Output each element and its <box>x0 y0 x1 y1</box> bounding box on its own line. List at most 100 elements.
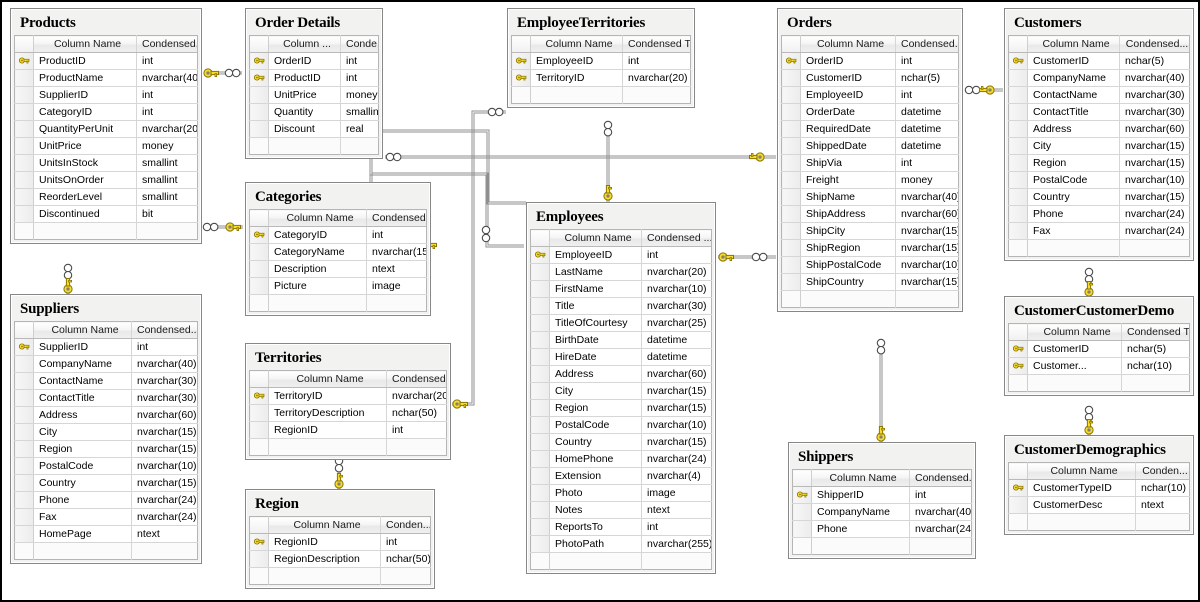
header-condensed-type[interactable]: Condensed... <box>909 469 972 487</box>
column-type-cell[interactable]: nvarchar(15) <box>366 243 427 261</box>
header-column-name[interactable]: Column Name <box>33 321 132 339</box>
column-row[interactable]: CompanyName nvarchar(40) <box>792 503 972 521</box>
relationship-fk-ccd-customers[interactable] <box>1084 267 1094 297</box>
column-row[interactable]: RegionID int <box>249 421 447 439</box>
column-row[interactable]: Address nvarchar(60) <box>530 365 712 383</box>
column-type-cell[interactable]: smallint <box>340 103 379 121</box>
column-type-cell[interactable] <box>380 567 431 585</box>
column-row[interactable]: ContactName nvarchar(30) <box>1008 86 1190 104</box>
column-type-cell[interactable]: money <box>895 171 959 189</box>
column-name-cell[interactable]: City <box>33 423 132 441</box>
column-type-cell[interactable]: nvarchar(60) <box>131 406 198 424</box>
column-type-cell[interactable]: int <box>340 52 379 70</box>
relationship-fk-territories-region[interactable] <box>334 456 344 489</box>
column-type-cell[interactable]: nvarchar(40) <box>909 503 972 521</box>
column-row-empty[interactable] <box>1008 239 1190 257</box>
column-type-cell[interactable]: image <box>366 277 427 295</box>
header-condensed-type[interactable]: Condensed... <box>366 209 427 227</box>
header-column-name[interactable]: Column Name <box>800 35 896 53</box>
column-name-cell[interactable]: Country <box>33 474 132 492</box>
column-name-cell[interactable]: EmployeeID <box>549 246 642 264</box>
column-type-cell[interactable]: int <box>136 103 198 121</box>
relationship-fk-orderdetails-orders[interactable] <box>385 152 776 162</box>
column-row[interactable]: Phone nvarchar(24) <box>14 491 198 509</box>
column-type-cell[interactable]: nchar(50) <box>386 404 447 422</box>
column-type-cell[interactable]: money <box>340 86 379 104</box>
column-type-cell[interactable]: nvarchar(40) <box>131 355 198 373</box>
column-name-cell[interactable] <box>1027 374 1122 392</box>
table-suppliers[interactable]: Suppliers Column Name Condensed... Supplier… <box>10 294 202 564</box>
column-row[interactable]: CompanyName nvarchar(40) <box>14 355 198 373</box>
column-row[interactable]: Fax nvarchar(24) <box>1008 222 1190 240</box>
column-row-empty[interactable] <box>14 542 198 560</box>
column-row[interactable]: SupplierID int <box>14 86 198 104</box>
column-row[interactable]: RequiredDate datetime <box>781 120 959 138</box>
column-row-empty[interactable] <box>511 86 691 104</box>
column-type-cell[interactable] <box>895 290 959 308</box>
column-row[interactable]: ShipAddress nvarchar(60) <box>781 205 959 223</box>
column-row[interactable]: CategoryID int <box>249 226 427 244</box>
column-name-cell[interactable]: RegionID <box>268 533 381 551</box>
column-name-cell[interactable]: CustomerID <box>1027 340 1122 358</box>
column-row-empty[interactable] <box>249 438 447 456</box>
column-row[interactable]: ShipCountry nvarchar(15) <box>781 273 959 291</box>
column-name-cell[interactable]: TerritoryDescription <box>268 404 387 422</box>
column-row[interactable]: Freight money <box>781 171 959 189</box>
table-customers[interactable]: Customers Column Name Condensed... Customer… <box>1004 8 1194 261</box>
column-row[interactable]: Description ntext <box>249 260 427 278</box>
column-type-cell[interactable]: nvarchar(40) <box>136 69 198 87</box>
column-type-cell[interactable]: int <box>909 486 972 504</box>
column-name-cell[interactable]: ShipPostalCode <box>800 256 896 274</box>
column-type-cell[interactable]: nvarchar(24) <box>909 520 972 538</box>
column-row[interactable]: PostalCode nvarchar(10) <box>1008 171 1190 189</box>
column-type-cell[interactable] <box>131 542 198 560</box>
table-customerdemographics[interactable]: CustomerDemographics Column Name Conden...… <box>1004 435 1194 535</box>
column-row-empty[interactable] <box>781 290 959 308</box>
column-type-cell[interactable]: nvarchar(10) <box>895 256 959 274</box>
column-name-cell[interactable]: Phone <box>811 520 910 538</box>
column-row[interactable]: City nvarchar(15) <box>1008 137 1190 155</box>
column-name-cell[interactable]: ProductName <box>33 69 137 87</box>
column-name-cell[interactable]: HomePhone <box>549 450 642 468</box>
column-row[interactable]: ShippedDate datetime <box>781 137 959 155</box>
column-name-cell[interactable]: CustomerDesc <box>1027 496 1136 514</box>
column-type-cell[interactable]: nvarchar(60) <box>641 365 712 383</box>
column-type-cell[interactable]: bit <box>136 205 198 223</box>
column-row[interactable]: Address nvarchar(60) <box>14 406 198 424</box>
column-name-cell[interactable]: Photo <box>549 484 642 502</box>
column-name-cell[interactable]: CategoryID <box>268 226 367 244</box>
column-type-cell[interactable]: int <box>895 52 959 70</box>
column-name-cell[interactable]: Region <box>1027 154 1120 172</box>
column-name-cell[interactable]: PostalCode <box>1027 171 1120 189</box>
column-name-cell[interactable]: ShipCountry <box>800 273 896 291</box>
column-type-cell[interactable]: ntext <box>366 260 427 278</box>
column-name-cell[interactable]: Country <box>549 433 642 451</box>
column-name-cell[interactable]: ShipVia <box>800 154 896 172</box>
column-row[interactable]: HireDate datetime <box>530 348 712 366</box>
column-row[interactable]: UnitPrice money <box>249 86 379 104</box>
column-grid-region[interactable]: Column Name Conden... RegionID int RegionDes… <box>249 516 431 585</box>
column-name-cell[interactable]: OrderID <box>800 52 896 70</box>
column-type-cell[interactable]: nvarchar(15) <box>895 222 959 240</box>
column-row[interactable]: Title nvarchar(30) <box>530 297 712 315</box>
column-name-cell[interactable]: CustomerID <box>800 69 896 87</box>
header-column-name[interactable]: Column Name <box>1027 35 1120 53</box>
column-type-cell[interactable] <box>386 438 447 456</box>
column-type-cell[interactable] <box>1135 513 1190 531</box>
column-name-cell[interactable]: EmployeeID <box>530 52 623 70</box>
column-name-cell[interactable]: Address <box>549 365 642 383</box>
column-name-cell[interactable]: CategoryID <box>33 103 137 121</box>
column-type-cell[interactable]: nvarchar(15) <box>131 440 198 458</box>
relationship-fk-empterritories-territories[interactable] <box>452 107 506 409</box>
column-name-cell[interactable] <box>268 438 387 456</box>
column-row[interactable]: Fax nvarchar(24) <box>14 508 198 526</box>
column-name-cell[interactable]: QuantityPerUnit <box>33 120 137 138</box>
column-type-cell[interactable]: nvarchar(20) <box>622 69 691 87</box>
column-name-cell[interactable]: Region <box>33 440 132 458</box>
header-condensed-type[interactable]: Condensed... <box>131 321 198 339</box>
column-type-cell[interactable]: nvarchar(10) <box>641 280 712 298</box>
column-type-cell[interactable]: int <box>622 52 691 70</box>
column-row[interactable]: TerritoryID nvarchar(20) <box>249 387 447 405</box>
header-column-name[interactable]: Column Name <box>268 516 381 534</box>
column-row[interactable]: EmployeeID int <box>781 86 959 104</box>
